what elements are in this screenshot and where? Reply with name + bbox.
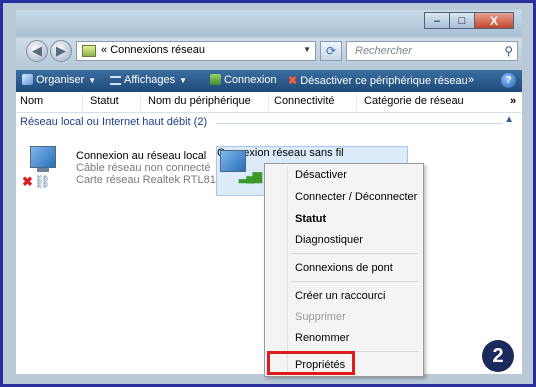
disable-device-label: Désactiver ce périphérique réseau: [300, 75, 468, 87]
title-bar: – □ X: [16, 10, 522, 36]
maximize-button[interactable]: □: [449, 12, 475, 29]
network-folder-icon: [82, 45, 96, 57]
group-title: Réseau local ou Internet haut débit (2): [20, 116, 208, 128]
breadcrumb[interactable]: « Connexions réseau: [101, 44, 205, 56]
search-input[interactable]: Rechercher ⚲: [346, 41, 518, 61]
column-divider[interactable]: [268, 94, 269, 110]
menu-item-status[interactable]: Statut: [295, 213, 326, 225]
menu-item-bridge[interactable]: Connexions de pont: [295, 262, 393, 274]
item-status: Câble réseau non connecté: [76, 162, 211, 174]
group-header[interactable]: Réseau local ou Internet haut débit (2) …: [16, 114, 522, 130]
refresh-button[interactable]: ⟳: [320, 41, 342, 61]
menu-gutter: [287, 166, 288, 374]
column-header-category[interactable]: Catégorie de réseau: [364, 95, 464, 107]
organize-button[interactable]: Organiser ▼: [22, 74, 96, 86]
back-button[interactable]: ◀: [26, 40, 48, 62]
breadcrumb-current[interactable]: Connexions réseau: [110, 44, 205, 56]
item-device: Carte réseau Realtek RTL816...: [76, 174, 232, 186]
minimize-button[interactable]: –: [424, 12, 450, 29]
context-menu: Désactiver Connecter / Déconnecter Statu…: [264, 163, 424, 377]
close-button[interactable]: X: [474, 12, 514, 29]
breadcrumb-overflow[interactable]: «: [101, 44, 107, 56]
command-bar: Organiser ▼ Affichages ▼ Connexion ✖ Désact…: [16, 70, 522, 92]
address-row: ◀ ▶ « Connexions réseau ▼ ⟳ Rechercher ⚲: [16, 38, 522, 66]
toolbar-overflow-button[interactable]: »: [468, 74, 474, 86]
disable-x-icon: ✖: [288, 75, 298, 87]
search-placeholder: Rechercher: [355, 45, 412, 57]
forward-button[interactable]: ▶: [50, 40, 72, 62]
network-connect-icon: [210, 74, 221, 85]
group-divider: [216, 123, 502, 124]
chevron-down-icon[interactable]: ▼: [303, 45, 311, 54]
column-headers: Nom Statut Nom du périphérique Connectiv…: [16, 92, 522, 113]
column-header-device[interactable]: Nom du périphérique: [148, 95, 251, 107]
column-header-name[interactable]: Nom: [20, 95, 43, 107]
search-icon[interactable]: ⚲: [504, 44, 513, 58]
window-controls: – □ X: [424, 12, 514, 29]
toolbar-overflow-label: »: [468, 74, 475, 86]
list-item[interactable]: ✖ ⛓ Connexion au réseau local Câble rése…: [16, 146, 231, 202]
connect-label: Connexion: [224, 74, 277, 86]
monitor-stand-icon: [37, 168, 49, 172]
computer-monitor-icon: [30, 146, 56, 168]
address-bar[interactable]: « Connexions réseau ▼: [76, 41, 316, 61]
forward-arrow-icon: ▶: [56, 43, 66, 58]
item-name: Connexion au réseau local: [76, 150, 207, 162]
back-arrow-icon: ◀: [32, 43, 42, 58]
signal-strength-icon: ▂▄▆: [239, 169, 262, 183]
refresh-icon: ⟳: [325, 44, 337, 58]
column-divider[interactable]: [140, 94, 141, 110]
column-overflow-button[interactable]: »: [510, 95, 516, 107]
menu-item-rename[interactable]: Renommer: [295, 332, 349, 344]
disable-device-button[interactable]: ✖ Désactiver ce périphérique réseau: [288, 74, 468, 87]
views-label: Affichages: [124, 74, 176, 86]
organize-label: Organiser: [36, 74, 85, 86]
chevron-down-icon: ▼: [179, 76, 188, 85]
views-icon: [110, 76, 121, 85]
menu-item-create-shortcut[interactable]: Créer un raccourci: [295, 290, 385, 302]
network-cable-icon: ⛓: [34, 174, 51, 189]
organize-icon: [22, 74, 33, 85]
menu-item-delete[interactable]: Supprimer: [295, 311, 346, 323]
menu-item-diagnose[interactable]: Diagnostiquer: [295, 234, 363, 246]
menu-separator: [291, 253, 419, 254]
disconnected-x-icon: ✖: [22, 174, 33, 189]
menu-separator: [291, 281, 419, 282]
help-icon[interactable]: ?: [501, 73, 516, 88]
collapse-caret-icon[interactable]: ▲: [504, 114, 514, 125]
column-divider[interactable]: [356, 94, 357, 110]
menu-item-disable[interactable]: Désactiver: [295, 169, 347, 181]
step-number-badge: 2: [482, 340, 514, 372]
column-header-status[interactable]: Statut: [90, 95, 119, 107]
views-button[interactable]: Affichages ▼: [110, 74, 187, 86]
properties-highlight-box: [267, 351, 355, 375]
chevron-down-icon: ▼: [88, 76, 97, 85]
connect-button[interactable]: Connexion: [210, 74, 277, 86]
menu-item-connect-disconnect[interactable]: Connecter / Déconnecter: [295, 191, 417, 203]
column-divider[interactable]: [82, 94, 83, 110]
column-header-connectivity[interactable]: Connectivité: [274, 95, 335, 107]
